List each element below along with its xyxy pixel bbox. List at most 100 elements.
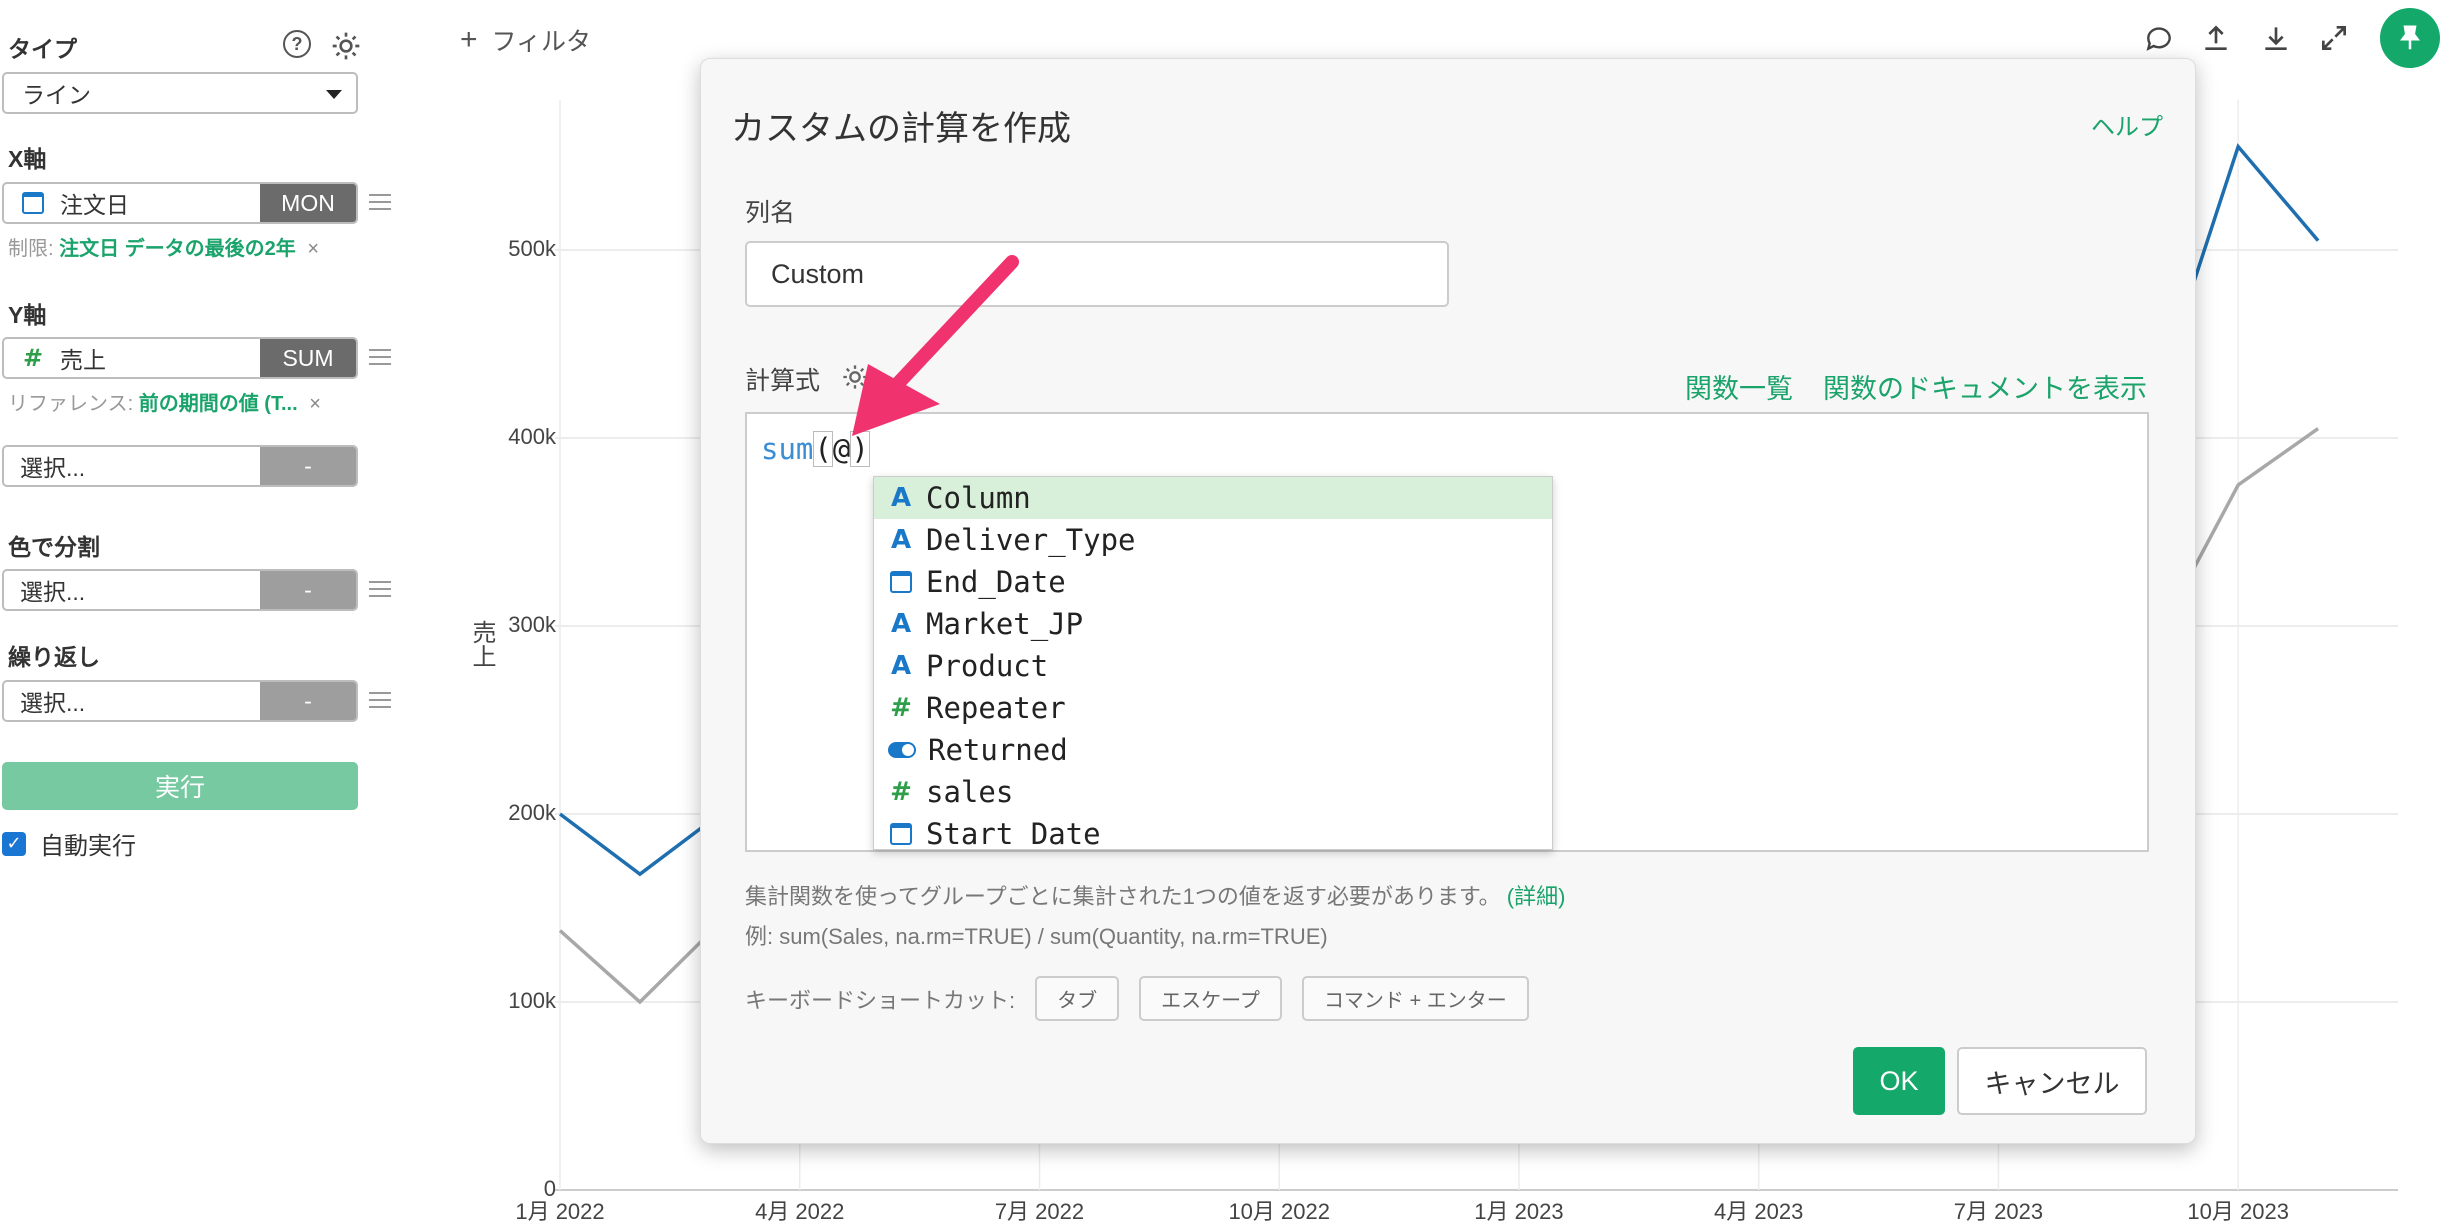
code-cursor-token: @ [832,432,851,466]
autocomplete-item[interactable]: A Deliver_Type [874,519,1552,561]
dialog-title: カスタムの計算を作成 [731,110,1071,148]
x-tick-label: 10月 2023 [2187,1199,2289,1224]
autocomplete-item-label: Repeater [926,691,1066,725]
y-tick-label: 100k [508,988,556,1013]
reference-value[interactable]: 前の期間の値 (T... [139,393,298,415]
repeat-menu-icon[interactable] [369,692,391,710]
help-link[interactable]: ヘルプ [2091,107,2163,142]
autocomplete-item-label: sales [926,775,1014,809]
auto-run-label: 自動実行 [40,833,136,860]
y-axis-label: Y軸 [8,302,47,328]
color-field[interactable]: 選択... - [2,569,358,611]
toggle-icon [888,742,916,758]
repeat-label: 繰り返し [8,644,100,670]
gear-icon[interactable] [841,363,869,391]
extra-y-aggregation[interactable]: - [260,447,356,485]
function-docs-link[interactable]: 関数のドキュメントを表示 [1823,367,2147,406]
chart-type-select[interactable]: ライン [2,72,358,114]
autocomplete-item[interactable]: A Market_JP [874,603,1552,645]
shortcut-tab-chip: タブ [1035,976,1120,1021]
series-line-1 [558,921,722,1005]
chart-config-sidebar: タイプ ? ライン X軸 注文日 MON 制限: 注文日 データの最後の2年 ×… [0,0,405,1230]
color-aggregation[interactable]: - [260,571,356,609]
custom-calculation-dialog: カスタムの計算を作成 ヘルプ 列名 Custom 計算式 関数一覧 関数のドキュ… [700,58,2196,1144]
details-link[interactable]: (詳細) [1507,884,1566,909]
y-axis-aggregation[interactable]: SUM [260,339,356,377]
y-axis-menu-icon[interactable] [369,349,391,367]
formula-label: 計算式 [745,367,821,395]
close-icon[interactable]: × [307,238,319,260]
series-line-0 [558,812,721,877]
function-list-link[interactable]: 関数一覧 [1685,367,1793,406]
autocomplete-item[interactable]: Returned [874,729,1552,771]
color-select: 選択... [20,579,86,605]
cancel-button[interactable]: キャンセル [1957,1047,2147,1115]
pin-icon [2400,25,2420,50]
limit-value[interactable]: 注文日 データの最後の2年 [59,238,296,260]
x-tick-label: 7月 2023 [1953,1199,2044,1224]
extra-y-field[interactable]: 選択... - [2,445,358,487]
keyboard-shortcuts-label: キーボードショートカット: [745,987,1016,1013]
y-axis-title: 売上 [468,620,495,668]
x-tick-label: 1月 2022 [515,1199,605,1224]
x-axis-field-name: 注文日 [60,192,129,218]
formula-editor[interactable]: sum(@) A Column A Deliver_Type End_Date A Mark… [745,412,2149,852]
x-tick-label: 4月 2023 [1714,1199,1804,1224]
x-axis-field[interactable]: 注文日 MON [2,182,358,224]
calendar-icon [890,823,912,845]
x-axis-limit[interactable]: 制限: 注文日 データの最後の2年 × [8,232,319,261]
pin-button[interactable] [2380,8,2440,68]
formula-code[interactable]: sum(@) [761,431,870,467]
autocomplete-item[interactable]: Start_Date [874,813,1552,849]
y-axis-field[interactable]: # 売上 SUM [2,337,358,379]
run-button[interactable]: 実行 [2,762,358,810]
autocomplete-item[interactable]: End_Date [874,561,1552,603]
text-icon: A [890,483,912,513]
autocomplete-item-label: Product [926,649,1049,683]
repeat-aggregation[interactable]: - [260,682,356,720]
close-icon[interactable]: × [309,393,321,415]
plus-icon: + [460,23,478,56]
autocomplete-item[interactable]: A Product [874,645,1552,687]
repeat-select: 選択... [20,690,86,716]
autocomplete-item[interactable]: A Column [874,477,1552,519]
text-icon: A [890,609,912,639]
shortcut-cmd-enter-chip: コマンド + エンター [1301,976,1529,1021]
filter-label: フィルタ [491,28,592,56]
autocomplete-item-label: Column [926,481,1031,515]
autocomplete-item-label: Market_JP [926,607,1084,641]
number-icon: # [890,777,912,807]
auto-run-checkbox[interactable]: ✓ 自動実行 [2,826,136,861]
y-axis-reference[interactable]: リファレンス: 前の期間の値 (T... × [8,387,321,416]
checkbox-checked-icon[interactable]: ✓ [2,831,26,856]
y-tick-label: 500k [508,236,556,261]
x-axis-aggregation[interactable]: MON [260,184,356,222]
reference-prefix: リファレンス: [8,393,134,415]
repeat-field[interactable]: 選択... - [2,680,358,722]
x-tick-label: 7月 2022 [994,1199,1085,1224]
x-axis-label: X軸 [8,146,47,172]
help-icon[interactable]: ? [283,30,311,58]
comment-icon[interactable] [2143,22,2175,54]
filter-button[interactable]: + フィルタ [460,22,591,58]
number-icon: # [890,693,912,723]
autocomplete-item-label: Deliver_Type [926,523,1136,557]
color-menu-icon[interactable] [369,581,391,599]
chevron-down-icon [326,90,342,99]
ok-button[interactable]: OK [1853,1047,1945,1115]
upload-icon[interactable] [2200,22,2232,54]
expand-icon[interactable] [2318,22,2350,54]
calendar-icon [890,571,912,593]
code-open-paren: ( [813,431,833,467]
color-label: 色で分割 [8,534,100,560]
gear-icon[interactable] [330,30,362,62]
x-axis-menu-icon[interactable] [369,194,391,212]
download-icon[interactable] [2260,22,2292,54]
autocomplete-item[interactable]: # sales [874,771,1552,813]
number-icon: # [22,344,44,372]
y-tick-label: 200k [508,800,556,825]
type-label: タイプ [8,36,77,62]
column-name-input[interactable]: Custom [745,241,1449,307]
autocomplete-item[interactable]: # Repeater [874,687,1552,729]
text-icon: A [890,525,912,555]
